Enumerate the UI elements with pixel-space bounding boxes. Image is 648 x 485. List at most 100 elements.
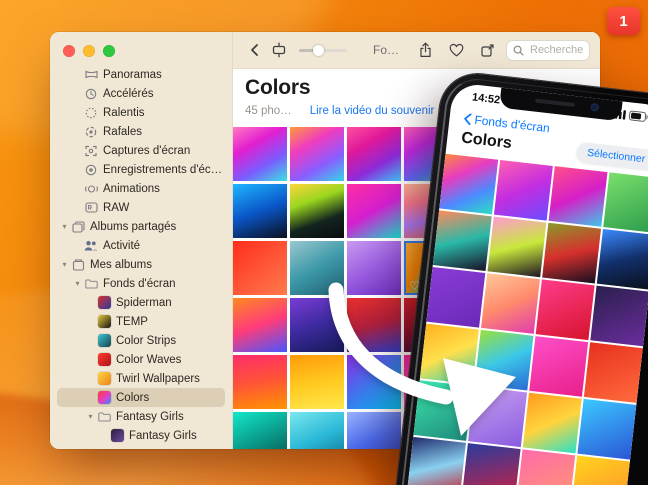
people-icon (83, 240, 99, 251)
photo-tile[interactable] (474, 329, 534, 391)
photo-tile[interactable] (529, 336, 589, 397)
chevron-down-icon[interactable]: ▾ (85, 412, 96, 421)
add-to-button[interactable] (475, 38, 499, 62)
album-thumbnail (96, 334, 112, 347)
photo-tile[interactable] (516, 449, 576, 485)
photo-tile[interactable] (493, 159, 553, 221)
select-button[interactable]: Sélectionner (575, 141, 648, 171)
shared-album-icon (70, 220, 86, 233)
photo-tile[interactable] (347, 298, 401, 352)
photo-tile[interactable] (290, 184, 344, 238)
sidebar-item[interactable]: Twirl Wallpapers (57, 369, 225, 388)
search-field[interactable] (506, 39, 592, 61)
photo-tile[interactable] (468, 386, 528, 448)
photo-tile[interactable] (603, 172, 648, 234)
sidebar-item[interactable]: Color Strips (57, 331, 225, 350)
sidebar-item[interactable]: Panoramas (57, 65, 225, 84)
photo-tile[interactable] (233, 184, 287, 238)
photo-tile[interactable] (233, 241, 287, 295)
photo-tile[interactable] (426, 266, 486, 328)
photo-tile[interactable] (347, 355, 401, 409)
photo-tile[interactable] (290, 412, 344, 449)
photo-tile[interactable] (347, 184, 401, 238)
sidebar-item[interactable]: Ralentis (57, 103, 225, 122)
sidebar-item[interactable]: ▾ Albums partagés (57, 217, 225, 236)
photo-tile[interactable] (233, 127, 287, 181)
sidebar-item[interactable]: Color Waves (57, 350, 225, 369)
sidebar-item[interactable]: ▾ Fantasy Girls (57, 407, 225, 426)
sidebar-item-label: Rafales (103, 125, 142, 138)
photo-tile[interactable] (577, 398, 637, 460)
sidebar-item-label: Fantasy Girls (116, 410, 184, 423)
photo-tile[interactable] (233, 355, 287, 409)
photo-tile[interactable] (461, 443, 521, 485)
chevron-down-icon[interactable]: ▾ (72, 279, 83, 288)
sidebar-item[interactable]: Accélérés (57, 84, 225, 103)
back-button[interactable] (243, 38, 267, 62)
sidebar-item[interactable]: RAW (57, 198, 225, 217)
photo-tile[interactable] (481, 273, 540, 334)
screenshot-icon (83, 145, 99, 157)
sidebar-item-label: RAW (103, 201, 130, 214)
photo-tile[interactable] (583, 342, 643, 403)
sidebar-item-label: Color Waves (116, 353, 182, 366)
photo-tile[interactable] (548, 166, 608, 227)
toolbar-title: Fo… (373, 43, 400, 57)
favorite-button[interactable] (444, 38, 468, 62)
sidebar-item[interactable]: ▸Bicolors (57, 445, 225, 450)
photo-tile[interactable] (290, 298, 344, 352)
photo-tile[interactable] (432, 210, 492, 271)
sidebar-item[interactable]: Fantasy Girls (57, 426, 225, 445)
photo-tile[interactable] (413, 380, 473, 441)
notification-badge: 1 (607, 7, 640, 35)
raw-icon (83, 202, 99, 213)
chevron-down-icon[interactable]: ▾ (59, 222, 70, 231)
sidebar-item[interactable]: Rafales (57, 122, 225, 141)
photo-tile[interactable] (290, 127, 344, 181)
photo-tile[interactable] (596, 229, 648, 290)
panorama-icon (83, 69, 99, 80)
close-window-button[interactable] (63, 45, 75, 57)
photo-tile[interactable] (347, 412, 401, 449)
photo-tile[interactable] (233, 298, 287, 352)
sidebar-item[interactable]: Captures d'écran (57, 141, 225, 160)
photo-tile[interactable] (419, 323, 479, 385)
aspect-fit-icon (272, 42, 286, 58)
photo-tile[interactable] (487, 216, 547, 278)
sidebar-item[interactable]: Activité (57, 236, 225, 255)
photo-tile[interactable] (570, 455, 630, 485)
slider-knob[interactable] (313, 44, 324, 56)
photo-tile[interactable] (290, 241, 344, 295)
chevron-down-icon[interactable]: ▾ (59, 260, 70, 269)
sidebar-item-label: Bicolors (116, 449, 157, 450)
minimize-window-button[interactable] (83, 45, 95, 57)
sidebar-item[interactable]: Enregistrements d'écran (57, 160, 225, 179)
zoom-fit-button[interactable] (267, 38, 291, 62)
window-controls (63, 45, 115, 57)
share-button[interactable] (413, 38, 437, 62)
photo-tile[interactable] (233, 412, 287, 449)
sidebar-item[interactable]: ▾ Mes albums (57, 255, 225, 274)
sidebar-item-label: Fantasy Girls (129, 429, 197, 442)
thumbnail-size-slider[interactable] (299, 40, 347, 60)
photo-tile[interactable] (522, 392, 582, 454)
zoom-window-button[interactable] (103, 45, 115, 57)
chevron-left-icon (251, 44, 258, 56)
photo-tile[interactable] (347, 241, 401, 295)
sidebar-item[interactable]: Spiderman (57, 293, 225, 312)
photo-tile[interactable] (347, 127, 401, 181)
photo-tile[interactable] (590, 285, 648, 347)
chevron-left-icon (464, 113, 472, 126)
photo-tile[interactable] (290, 355, 344, 409)
photo-tile[interactable] (535, 279, 595, 341)
sidebar-item[interactable]: Colors (57, 388, 225, 407)
photo-tile[interactable] (542, 222, 602, 284)
photo-tile[interactable] (439, 153, 499, 215)
sidebar-item[interactable]: TEMP (57, 312, 225, 331)
phone-album-title: Colors (460, 129, 513, 153)
sidebar-item[interactable]: ▾ Fonds d'écran (57, 274, 225, 293)
photo-tile[interactable] (407, 436, 466, 485)
play-memory-link[interactable]: Lire la vidéo du souvenir (310, 105, 435, 117)
sidebar-item[interactable]: Animations (57, 179, 225, 198)
search-input[interactable] (528, 43, 592, 57)
